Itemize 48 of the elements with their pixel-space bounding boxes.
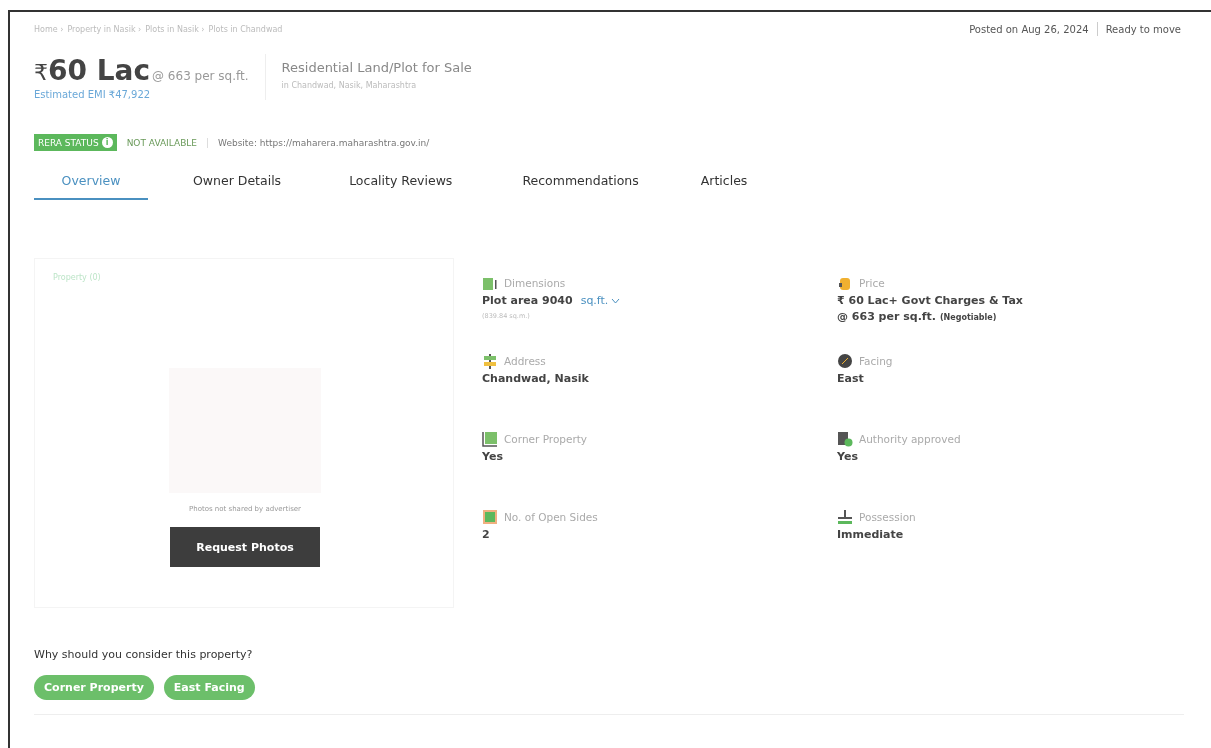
detail-value: Plot area 9040 — [482, 294, 573, 307]
breadcrumb-link[interactable]: Home › — [34, 24, 64, 34]
detail-label: Corner Property — [504, 433, 588, 445]
rera-value: NOT AVAILABLE — [126, 137, 198, 148]
detail-value: Yes — [482, 450, 503, 463]
rera-status-tag: RERA STATUS i — [34, 134, 117, 151]
breadcrumb-link[interactable]: Plots in Nasik › — [145, 24, 205, 34]
signpost-icon — [482, 353, 498, 369]
detail-label: Dimensions — [504, 277, 566, 289]
detail-label: Price — [859, 277, 885, 289]
rera-website: Website: https://maharera.maharashtra.gov.in/ — [207, 137, 430, 148]
plot-area-icon — [482, 275, 498, 291]
price-rate: @ 663 per sq.ft. — [152, 69, 249, 83]
detail-value: 2 — [482, 528, 490, 541]
tab[interactable]: Recommendations — [522, 173, 639, 200]
tab[interactable]: Locality Reviews — [349, 173, 453, 200]
detail-value: Chandwad, Nasik — [482, 372, 589, 385]
corner-plot-icon — [482, 431, 498, 447]
currency-symbol: ₹ — [34, 60, 48, 85]
section-heading: Why should you consider this property? — [34, 648, 254, 661]
listing-title: Residential Land/Plot for Sale — [281, 60, 472, 75]
price: 60 Lac — [48, 54, 151, 87]
feature-tag: East Facing — [163, 675, 255, 700]
detail-label: Possession — [859, 511, 916, 523]
detail-label: Facing — [859, 355, 893, 367]
detail-value: @ 663 per sq.ft. (Negotiable) — [837, 310, 997, 323]
detail-value: East — [837, 372, 864, 385]
detail-label: Authority approved — [859, 433, 961, 445]
open-sides-icon — [482, 509, 498, 525]
unit-dropdown[interactable]: sq.ft. — [580, 294, 621, 307]
possession-status: Ready to move — [1104, 23, 1182, 35]
detail-label: No. of Open Sides — [504, 511, 598, 523]
tab[interactable]: Articles — [700, 173, 748, 200]
detail-value: Immediate — [837, 528, 904, 541]
detail-label: Address — [504, 355, 546, 367]
tab[interactable]: Owner Details — [193, 173, 282, 200]
emi-link[interactable]: Estimated EMI ₹47,922 — [34, 89, 249, 100]
tab[interactable]: Overview — [34, 173, 148, 200]
detail-value: Yes — [837, 450, 858, 463]
posted-date: Posted on Aug 26, 2024 — [968, 23, 1090, 35]
approved-document-icon — [837, 431, 853, 447]
request-photos-button[interactable]: Request Photos — [170, 527, 320, 567]
compass-icon — [837, 353, 853, 369]
possession-icon — [837, 509, 853, 525]
money-bag-icon — [837, 275, 853, 291]
detail-value: ₹ 60 Lac+ Govt Charges & Tax — [837, 294, 1023, 307]
chevron-down-icon[interactable] — [611, 297, 621, 304]
feature-tag: Corner Property — [34, 675, 154, 700]
